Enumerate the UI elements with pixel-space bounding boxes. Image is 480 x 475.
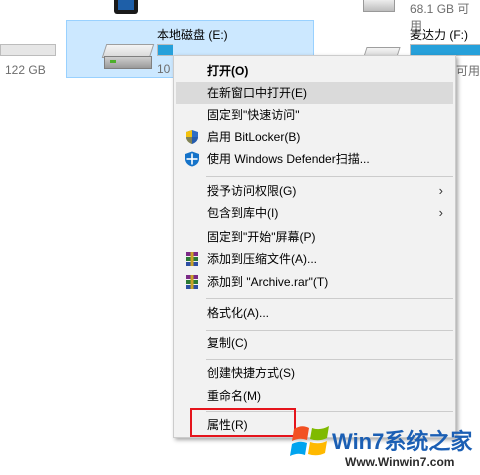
winrar-icon [184, 274, 200, 290]
menu-item-open-new-window[interactable]: 在新窗口中打开(E) [176, 82, 453, 104]
menu-separator [206, 330, 453, 331]
hard-drive-icon [101, 44, 155, 70]
menu-separator [206, 359, 453, 360]
left-drive-size: 122 GB [5, 63, 46, 77]
context-menu: 打开(O) 在新窗口中打开(E) 固定到"快速访问" 启用 BitLocker(… [173, 55, 456, 438]
menu-item-rename[interactable]: 重命名(M) [176, 385, 453, 407]
menu-item-format[interactable]: 格式化(A)... [176, 302, 453, 324]
watermark-title: Win7系统之家 [332, 429, 473, 454]
menu-item-label: 添加到压缩文件(A)... [207, 252, 317, 266]
menu-item-pin-start[interactable]: 固定到"开始"屏幕(P) [176, 226, 453, 248]
portable-device-icon[interactable] [114, 0, 138, 14]
watermark-logo-icon [290, 420, 332, 462]
menu-item-label: 启用 BitLocker(B) [207, 130, 301, 144]
menu-item-add-archive-rar[interactable]: 添加到 "Archive.rar"(T) [176, 271, 453, 293]
menu-item-label: 复制(C) [207, 336, 248, 350]
winrar-icon [184, 251, 200, 267]
menu-item-label: 添加到 "Archive.rar"(T) [207, 275, 329, 289]
annotation-highlight-box [190, 408, 296, 437]
windows-defender-icon [184, 151, 200, 167]
drive-f-name: 麦达力 (F:) [410, 28, 468, 42]
menu-item-create-shortcut[interactable]: 创建快捷方式(S) [176, 362, 453, 384]
watermark-url: Www.Winwin7.com [345, 455, 455, 469]
menu-item-label: 固定到"快速访问" [207, 108, 300, 122]
menu-item-grant-access[interactable]: 授予访问权限(G) › [176, 180, 453, 202]
menu-item-include-library[interactable]: 包含到库中(I) › [176, 202, 453, 224]
menu-item-open[interactable]: 打开(O) [176, 60, 453, 82]
menu-item-add-archive[interactable]: 添加到压缩文件(A)... [176, 248, 453, 270]
drive-f-size: 可用 [456, 64, 480, 78]
menu-item-label: 打开(O) [207, 64, 249, 78]
menu-item-label: 授予访问权限(G) [207, 184, 297, 198]
menu-item-label: 格式化(A)... [207, 306, 269, 320]
menu-item-label: 使用 Windows Defender扫描... [207, 152, 370, 166]
submenu-arrow-icon: › [438, 183, 443, 198]
submenu-arrow-icon: › [438, 205, 443, 220]
menu-item-label: 在新窗口中打开(E) [207, 86, 307, 100]
menu-item-label: 创建快捷方式(S) [207, 366, 295, 380]
menu-item-label: 重命名(M) [207, 389, 261, 403]
drive-e-usage-bar [157, 44, 173, 56]
menu-item-pin-quick-access[interactable]: 固定到"快速访问" [176, 104, 453, 126]
drive-e-name: 本地磁盘 (E:) [157, 28, 228, 42]
menu-item-label: 固定到"开始"屏幕(P) [207, 230, 316, 244]
menu-item-bitlocker[interactable]: 启用 BitLocker(B) [176, 126, 453, 148]
drive-icon-top-right[interactable] [363, 0, 395, 12]
left-drive-bar [0, 44, 56, 56]
menu-item-copy[interactable]: 复制(C) [176, 332, 453, 354]
menu-item-label: 包含到库中(I) [207, 206, 279, 220]
menu-separator [206, 298, 453, 299]
menu-separator [206, 176, 453, 177]
menu-item-defender-scan[interactable]: 使用 Windows Defender扫描... [176, 148, 453, 170]
drive-e-size: 10 [157, 62, 171, 76]
shield-uac-icon [184, 129, 200, 145]
